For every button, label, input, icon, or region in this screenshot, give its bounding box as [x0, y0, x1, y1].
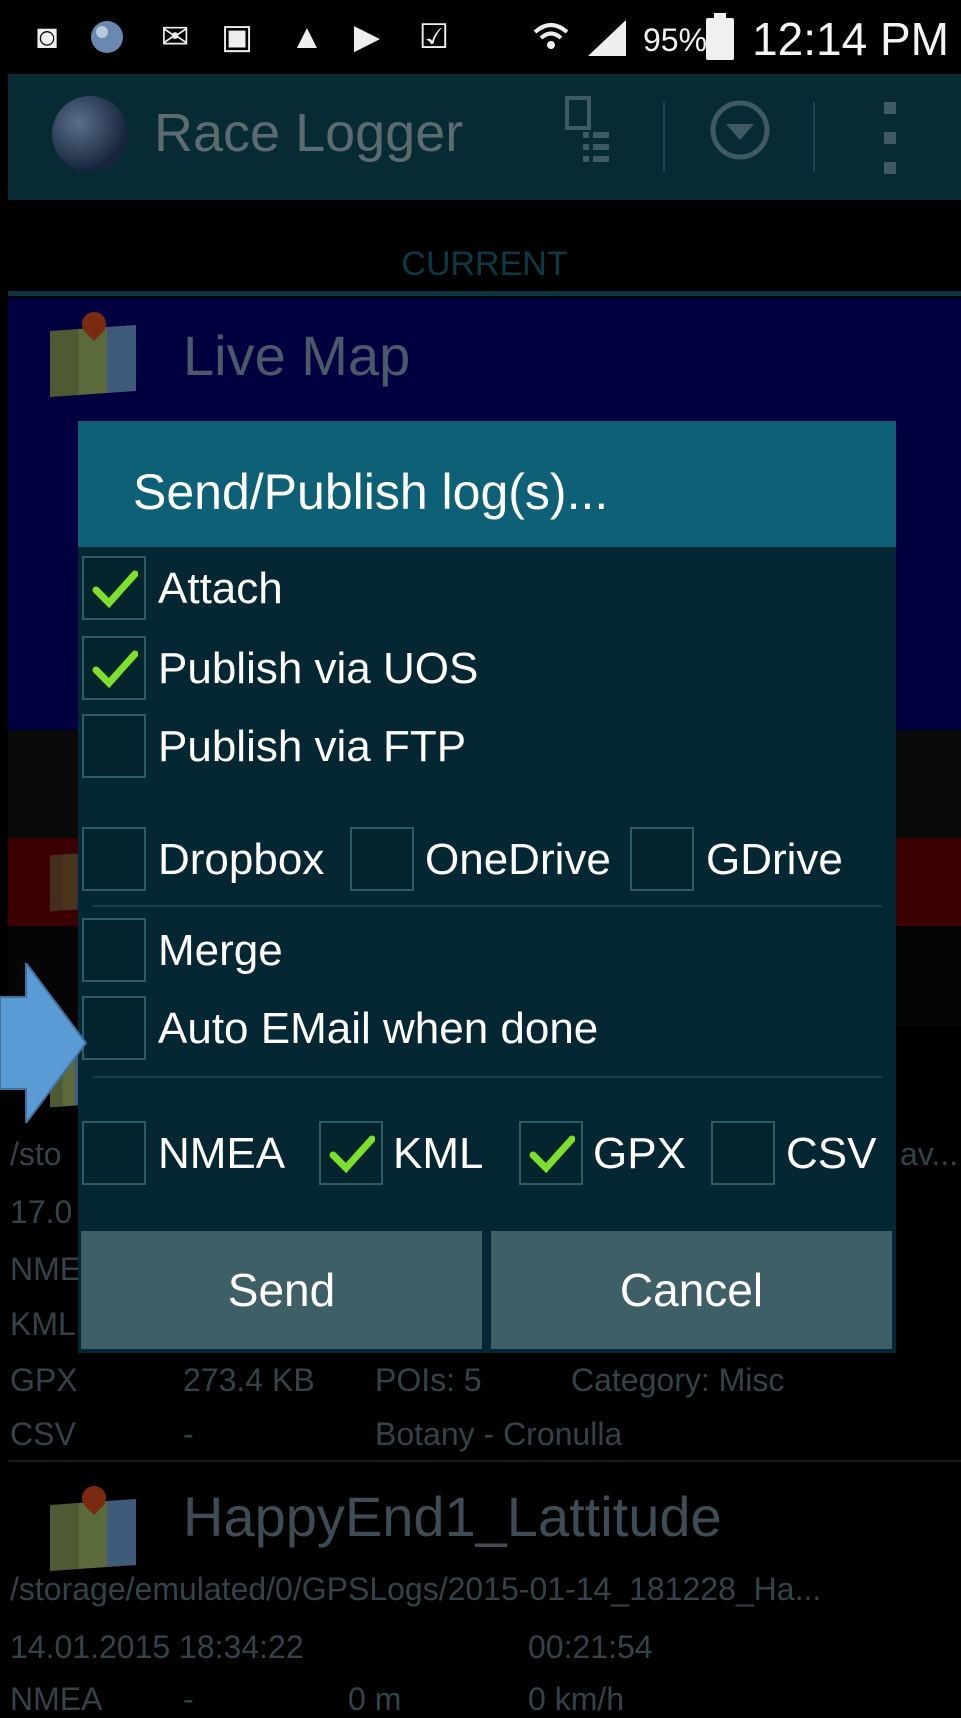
status-bar: ◙ ✉ ▣ ▲ ▶ ☑ 95% 12:14 PM	[0, 0, 961, 74]
kml-checkbox[interactable]	[319, 1121, 383, 1185]
log-route: Botany - Cronulla	[375, 1416, 623, 1452]
log-duration: 00:21:54	[528, 1629, 653, 1665]
tab-current[interactable]: CURRENT	[8, 245, 961, 284]
log-pois: POIs: 5	[375, 1362, 482, 1398]
briefcase-icon: ▶	[353, 18, 381, 56]
app-bar: Race Logger	[8, 74, 961, 202]
checkmark-icon	[329, 1135, 375, 1174]
globe-notification-icon	[88, 18, 126, 56]
log-gpx-label: GPX	[10, 1362, 78, 1398]
app-title: Race Logger	[154, 103, 464, 163]
kml-label: KML	[393, 1129, 484, 1178]
log-distance: 0 m	[348, 1681, 402, 1717]
publish-ftp-label: Publish via FTP	[158, 722, 467, 771]
onedrive-label: OneDrive	[425, 835, 611, 884]
clock: 12:14 PM	[752, 13, 949, 65]
dropdown-circle-icon[interactable]	[708, 98, 772, 162]
log-title[interactable]: HappyEnd1_Lattitude	[183, 1484, 722, 1549]
dropbox-label: Dropbox	[158, 835, 325, 884]
tab-indicator	[8, 291, 961, 296]
gpx-label: GPX	[593, 1129, 686, 1178]
checkmark-icon	[92, 650, 138, 689]
log-category: Category: Misc	[571, 1362, 785, 1398]
battery-percent: 95%	[643, 22, 708, 58]
log-datetime: 14.01.2015 18:34:22	[10, 1629, 304, 1665]
navigation-icon: ▲	[290, 18, 324, 56]
clipboard-check-icon: ☑	[418, 18, 450, 56]
divider	[92, 905, 882, 907]
log-path: /storage/emulated/0/GPSLogs/2015-01-14_1…	[10, 1571, 822, 1607]
csv-label: CSV	[786, 1129, 877, 1178]
onedrive-checkbox[interactable]	[350, 827, 414, 891]
gpx-checkbox[interactable]	[519, 1121, 583, 1185]
publish-ftp-checkbox[interactable]	[82, 714, 146, 778]
voicemail-icon: ◙	[36, 18, 58, 56]
log-speed: 0 km/h	[528, 1681, 625, 1717]
log-csv-size: -	[183, 1416, 194, 1452]
log-list-icon[interactable]	[558, 92, 618, 172]
nmea-label: NMEA	[158, 1129, 286, 1178]
log-csv-label: CSV	[10, 1416, 76, 1452]
log-date-fragment: 17.0	[10, 1194, 73, 1230]
checkmark-icon	[92, 570, 138, 609]
send-publish-dialog: Send/Publish log(s)... Attach Publish vi…	[78, 421, 896, 1353]
overflow-menu-icon[interactable]	[884, 102, 898, 174]
arrow-annotation-icon	[0, 963, 88, 1123]
gdrive-label: GDrive	[706, 835, 843, 884]
log-path-fragment: av...	[900, 1136, 959, 1172]
signal-icon	[584, 18, 626, 56]
wifi-icon	[532, 18, 570, 56]
log-gpx-size: 273.4 KB	[183, 1362, 315, 1398]
publish-uos-label: Publish via UOS	[158, 644, 479, 693]
publish-uos-checkbox[interactable]	[82, 636, 146, 700]
dialog-title: Send/Publish log(s)...	[133, 464, 609, 520]
merge-label: Merge	[158, 926, 283, 975]
live-map-title: Live Map	[183, 324, 411, 387]
divider	[92, 1076, 882, 1078]
gdrive-checkbox[interactable]	[630, 827, 694, 891]
log-kml-fragment: KML	[10, 1306, 76, 1342]
app-logo-icon	[52, 96, 128, 172]
log-nmea-label: NMEA	[10, 1681, 103, 1717]
battery-icon	[706, 13, 734, 60]
dialog-title-bar: Send/Publish log(s)...	[78, 421, 896, 547]
nmea-checkbox[interactable]	[82, 1121, 146, 1185]
attach-checkbox[interactable]	[82, 556, 146, 620]
checkmark-icon	[529, 1135, 575, 1174]
send-button[interactable]: Send	[81, 1231, 482, 1349]
log-nmea-fragment: NME	[10, 1251, 82, 1287]
csv-checkbox[interactable]	[711, 1121, 775, 1185]
dropbox-checkbox[interactable]	[82, 827, 146, 891]
log-path-fragment: /sto	[10, 1136, 62, 1172]
tab-bar: CURRENT	[8, 200, 961, 296]
log-nmea-size: -	[183, 1681, 194, 1717]
email-notification-icon: ✉	[160, 18, 190, 56]
auto-email-label: Auto EMail when done	[158, 1004, 599, 1053]
cancel-button[interactable]: Cancel	[491, 1231, 892, 1349]
attach-label: Attach	[158, 564, 283, 613]
image-icon: ▣	[220, 18, 254, 56]
